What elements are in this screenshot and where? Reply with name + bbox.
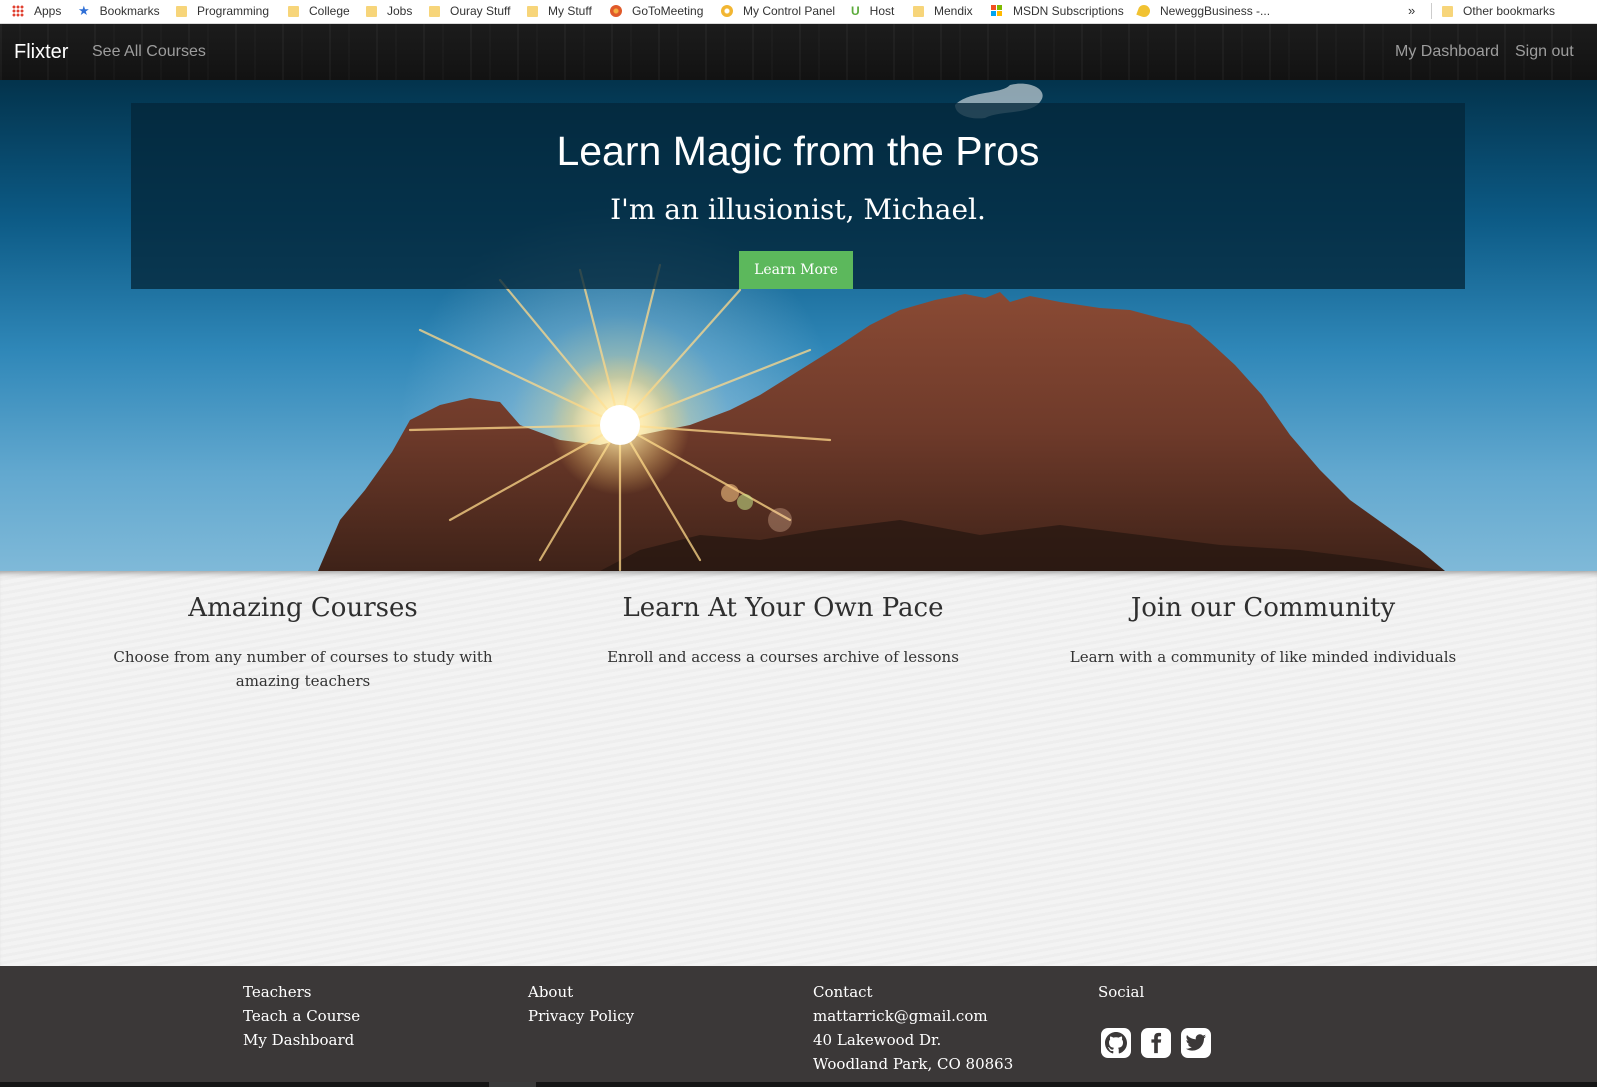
hero-title: Learn Magic from the Pros: [556, 128, 1040, 174]
gotomeeting-icon: [610, 5, 622, 17]
footer-contact-column: Contact mattarrick@gmail.com 40 Lakewood…: [813, 980, 1013, 1076]
twitter-icon[interactable]: [1181, 1028, 1211, 1058]
sign-out-link[interactable]: Sign out: [1515, 43, 1574, 61]
footer: Teachers Teach a Course My Dashboard Abo…: [0, 966, 1597, 1082]
bookmark-other[interactable]: Other bookmarks: [1442, 0, 1555, 22]
star-icon: ★: [78, 3, 90, 18]
contact-email-link[interactable]: mattarrick@gmail.com: [813, 1004, 1013, 1028]
bookmark-my-control-panel[interactable]: My Control Panel: [721, 0, 835, 22]
hero-overlay: Learn Magic from the Pros I'm an illusio…: [131, 103, 1465, 289]
bottom-scroll-strip: [0, 1082, 1597, 1087]
features-section: Amazing Courses Choose from any number o…: [0, 571, 1597, 966]
scroll-tab: [489, 1082, 536, 1087]
see-all-courses-link[interactable]: See All Courses: [92, 43, 206, 61]
feature-community: Join our Community Learn with a communit…: [1053, 593, 1473, 669]
contact-address-line2: Woodland Park, CO 80863: [813, 1055, 1014, 1073]
brand-logo[interactable]: Flixter: [14, 41, 68, 64]
feature-title: Amazing Courses: [188, 593, 418, 623]
bookmark-mendix[interactable]: Mendix: [913, 0, 973, 22]
folder-icon: [1442, 5, 1453, 17]
control-panel-icon: [721, 5, 733, 17]
footer-my-dashboard-link[interactable]: My Dashboard: [243, 1028, 360, 1052]
privacy-policy-link[interactable]: Privacy Policy: [528, 1004, 634, 1028]
social-icons: [1101, 1028, 1211, 1058]
folder-icon: [527, 5, 538, 17]
folder-icon: [913, 5, 924, 17]
feature-text: Learn with a community of like minded in…: [1069, 648, 1457, 666]
folder-icon: [176, 5, 187, 17]
bookmark-ouray-stuff[interactable]: Ouray Stuff: [429, 0, 510, 22]
bookmarks-overflow-button[interactable]: »: [1408, 0, 1415, 22]
bookmark-my-stuff[interactable]: My Stuff: [527, 0, 592, 22]
my-dashboard-link[interactable]: My Dashboard: [1395, 43, 1499, 61]
bookmark-bookmarks[interactable]: ★ Bookmarks: [78, 0, 160, 22]
navbar: Flixter See All Courses My Dashboard Sig…: [0, 24, 1597, 80]
github-icon[interactable]: [1101, 1028, 1131, 1058]
feature-title: Join our Community: [1130, 593, 1396, 623]
footer-teachers-column: Teachers Teach a Course My Dashboard: [243, 980, 360, 1052]
apps-grid-icon: [12, 5, 24, 17]
footer-heading-contact: Contact: [813, 983, 873, 1001]
folder-icon: [429, 5, 440, 17]
bookmark-jobs[interactable]: Jobs: [366, 0, 412, 22]
bookmark-college[interactable]: College: [288, 0, 350, 22]
bookmarks-bar: Apps ★ Bookmarks Programming College Jobs…: [0, 0, 1597, 24]
bookmark-programming[interactable]: Programming: [176, 0, 269, 22]
footer-about-column: About Privacy Policy: [528, 980, 634, 1028]
teach-a-course-link[interactable]: Teach a Course: [243, 1004, 360, 1028]
feature-title: Learn At Your Own Pace: [622, 593, 944, 623]
footer-social-column: Social: [1098, 980, 1144, 1004]
feature-own-pace: Learn At Your Own Pace Enroll and access…: [573, 593, 993, 669]
footer-heading-teachers: Teachers: [243, 983, 312, 1001]
bookmark-apps[interactable]: Apps: [12, 0, 61, 22]
bookmark-gotomeeting[interactable]: GoToMeeting: [610, 0, 703, 22]
bookmarks-divider: [1431, 3, 1432, 19]
feature-amazing-courses: Amazing Courses Choose from any number o…: [93, 593, 513, 693]
bookmark-msdn[interactable]: MSDN Subscriptions: [991, 0, 1124, 22]
feature-text: Enroll and access a courses archive of l…: [607, 648, 959, 666]
contact-address-line1: 40 Lakewood Dr.: [813, 1031, 942, 1049]
newegg-icon: [1136, 3, 1152, 19]
feature-text: Choose from any number of courses to stu…: [113, 648, 493, 690]
microsoft-icon: [991, 5, 1003, 17]
facebook-icon[interactable]: [1141, 1028, 1171, 1058]
folder-icon: [366, 5, 377, 17]
about-link[interactable]: About: [528, 980, 634, 1004]
footer-heading-social: Social: [1098, 983, 1145, 1001]
bookmark-host[interactable]: U Host: [851, 0, 894, 22]
bookmark-neweggbusiness[interactable]: NeweggBusiness -...: [1136, 0, 1270, 22]
folder-icon: [288, 5, 299, 17]
learn-more-button[interactable]: Learn More: [739, 251, 853, 289]
hero-subtitle: I'm an illusionist, Michael.: [610, 193, 986, 226]
hero-banner: Learn Magic from the Pros I'm an illusio…: [0, 80, 1597, 571]
host-icon: U: [851, 4, 860, 18]
